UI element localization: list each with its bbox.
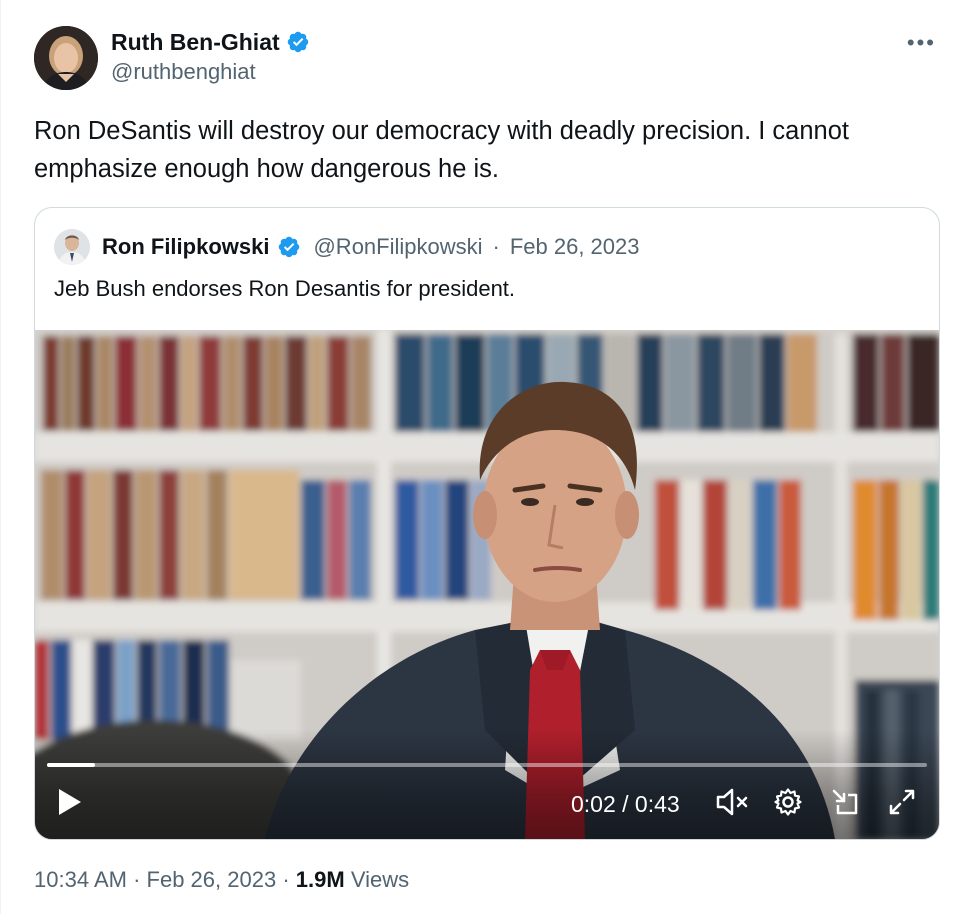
post-time[interactable]: 10:34 AM bbox=[34, 867, 127, 892]
quoted-date[interactable]: Feb 26, 2023 bbox=[510, 234, 640, 260]
author-block: Ruth Ben-Ghiat @ruthbenghiat bbox=[111, 27, 310, 85]
views-label: Views bbox=[350, 867, 410, 892]
dock-video-icon[interactable] bbox=[830, 787, 860, 817]
muted-volume-icon[interactable] bbox=[715, 787, 749, 817]
quoted-tweet-text: Jeb Bush endorses Ron Desantis for presi… bbox=[54, 276, 516, 301]
author-handle[interactable]: @ruthbenghiat bbox=[111, 59, 310, 85]
author-avatar[interactable] bbox=[34, 26, 98, 90]
author-name[interactable]: Ruth Ben-Ghiat bbox=[111, 29, 280, 56]
quoted-meta-separator: · bbox=[492, 234, 500, 259]
post-date[interactable]: Feb 26, 2023 bbox=[147, 867, 277, 892]
footer-separator: · bbox=[133, 867, 141, 892]
more-options-icon[interactable]: ••• bbox=[907, 30, 936, 56]
views-count: 1.9M bbox=[295, 867, 345, 892]
quoted-author-avatar-image bbox=[54, 229, 90, 265]
video-time: 0:02 / 0:43 bbox=[571, 791, 680, 817]
settings-gear-icon[interactable] bbox=[773, 787, 803, 817]
tweet-card: Ruth Ben-Ghiat @ruthbenghiat ••• Ron DeS… bbox=[0, 0, 962, 914]
fullscreen-icon[interactable] bbox=[887, 787, 917, 817]
footer-separator-2: · bbox=[282, 867, 290, 892]
verified-badge-icon bbox=[287, 31, 308, 53]
video-progress-bar[interactable] bbox=[47, 763, 927, 767]
video-controls: 0:02 / 0:43 bbox=[35, 729, 939, 839]
author-avatar-image bbox=[34, 26, 98, 90]
quoted-author-name[interactable]: Ron Filipkowski bbox=[102, 234, 269, 260]
quoted-author-avatar[interactable] bbox=[54, 229, 90, 265]
quoted-author-handle[interactable]: @RonFilipkowski bbox=[313, 234, 482, 260]
tweet-footer: 10:34 AM · Feb 26, 2023 · 1.9M Views bbox=[34, 867, 409, 893]
video-progress-fill bbox=[47, 763, 96, 767]
video-player[interactable]: 0:02 / 0:43 bbox=[35, 330, 939, 839]
quoted-tweet[interactable]: Ron Filipkowski @RonFilipkowski · Feb 26… bbox=[34, 207, 940, 840]
quoted-tweet-header: Ron Filipkowski @RonFilipkowski · Feb 26… bbox=[54, 228, 640, 266]
quoted-verified-badge-icon bbox=[279, 236, 300, 258]
tweet-text: Ron DeSantis will destroy our democracy … bbox=[34, 117, 849, 183]
play-icon[interactable] bbox=[57, 787, 83, 817]
